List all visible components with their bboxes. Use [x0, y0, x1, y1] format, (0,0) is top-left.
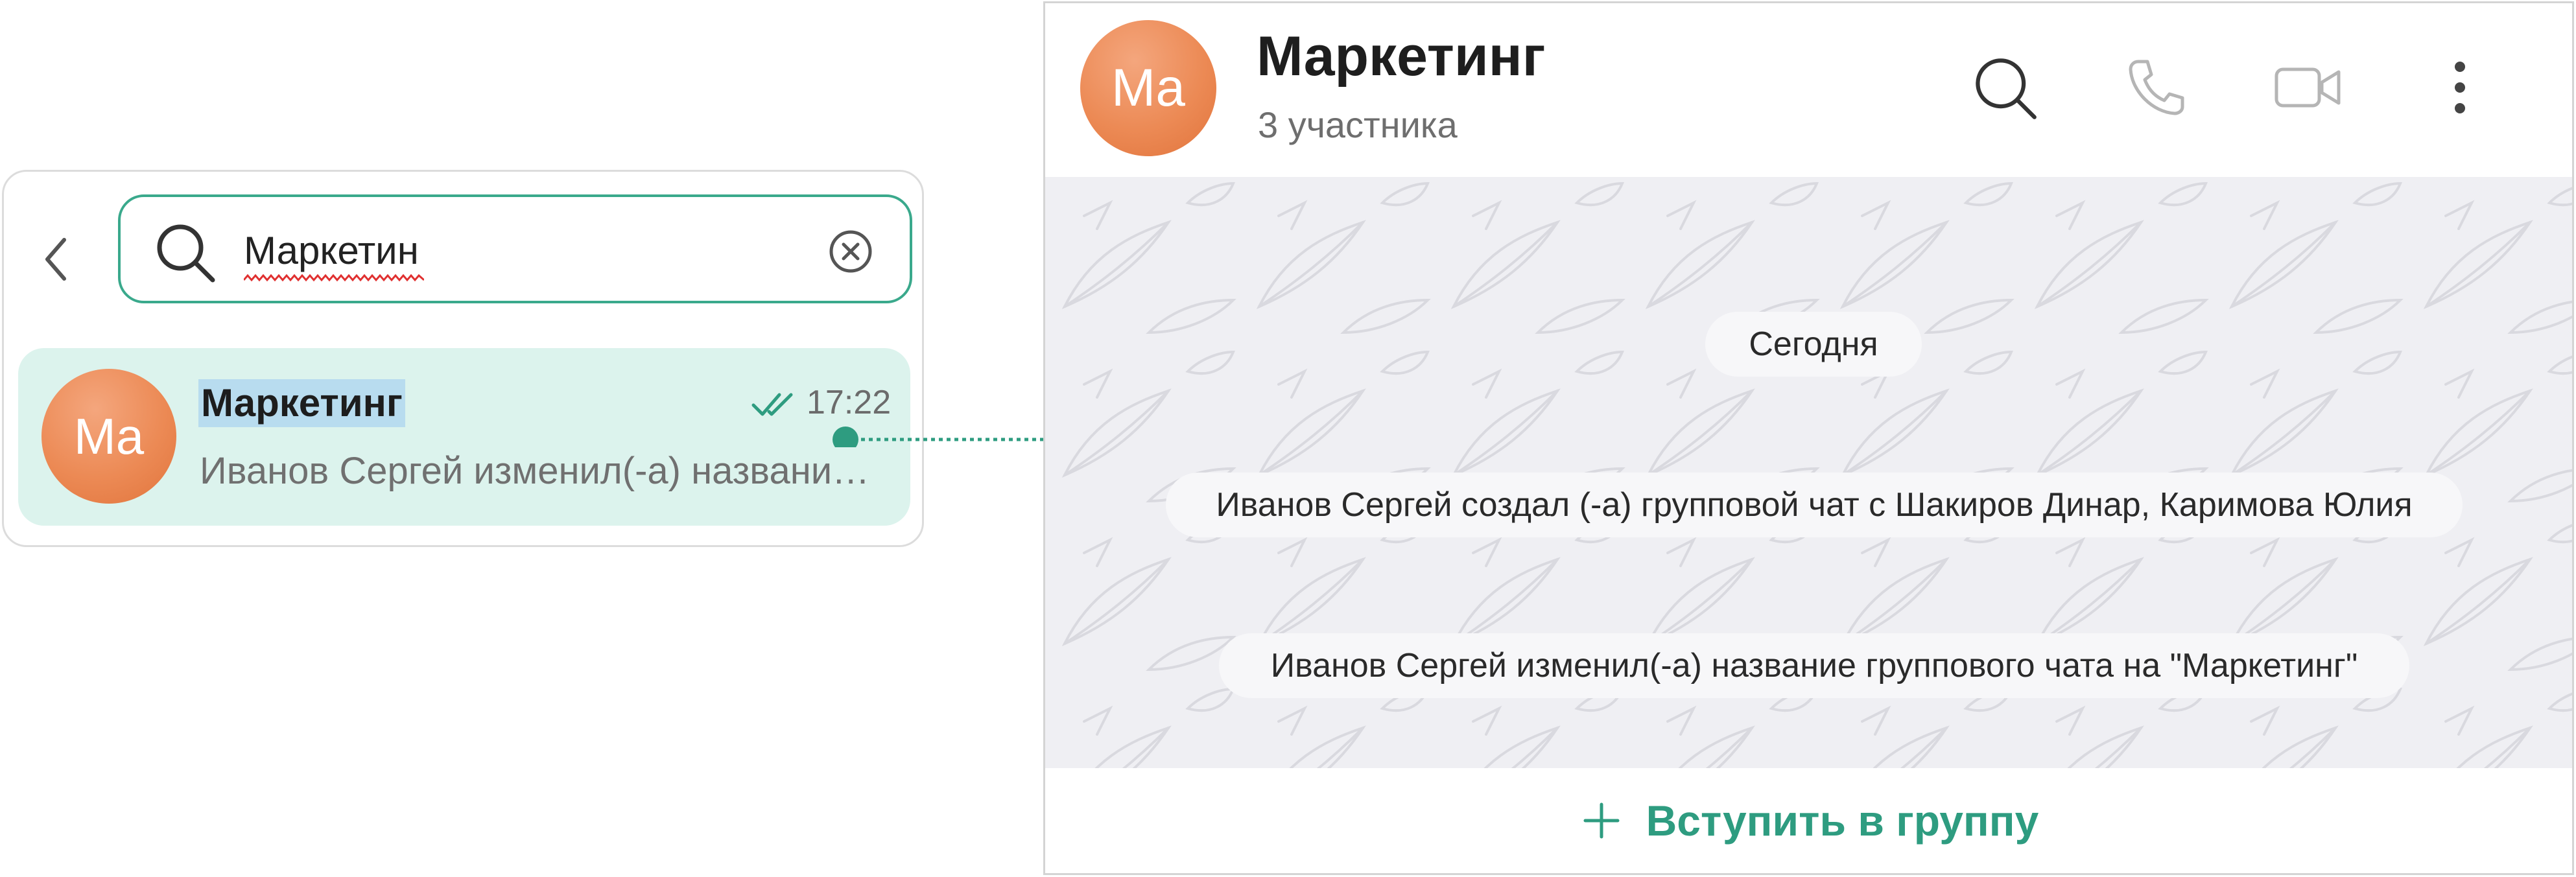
system-message: Иванов Сергей изменил(-а) название групп… [1219, 633, 2409, 698]
call-button[interactable] [2118, 49, 2195, 126]
chat-messages-area[interactable]: Сегодня Иванов Сергей создал (-а) группо… [1045, 177, 2572, 768]
result-title: Маркетинг [198, 379, 405, 427]
result-time: 17:22 [807, 384, 892, 421]
join-group-label: Вступить в группу [1646, 797, 2039, 845]
spellcheck-underline [244, 274, 424, 282]
plus-icon [1583, 802, 1620, 839]
video-call-button[interactable] [2269, 49, 2347, 126]
result-preview: Иванов Сергей изменил(-а) название групп… [200, 450, 880, 492]
clear-search-icon[interactable] [827, 228, 874, 275]
more-vertical-icon [2455, 62, 2465, 113]
join-group-button[interactable]: Вступить в группу [1045, 768, 2572, 873]
chat-members-count: 3 участника [1258, 104, 1458, 145]
connector-line [833, 427, 1049, 447]
chat-search-button[interactable] [1966, 49, 2044, 126]
video-icon [2275, 67, 2341, 108]
screenshot-stage: Ma Маркетинг 17:22 Иванов Сергей изменил… [0, 0, 2576, 877]
double-check-icon [751, 393, 793, 416]
search-panel: Ma Маркетинг 17:22 Иванов Сергей изменил… [2, 170, 924, 547]
system-message: Иванов Сергей создал (-а) групповой чат … [1166, 473, 2463, 537]
avatar: Ma [41, 369, 176, 504]
date-separator: Сегодня [1705, 312, 1922, 377]
chat-title[interactable]: Маркетинг [1257, 24, 1546, 89]
chat-header: Ma Маркетинг 3 участника [1045, 3, 2572, 177]
search-icon [157, 224, 215, 283]
chevron-left-icon [45, 238, 66, 281]
search-icon [1976, 58, 2037, 119]
search-input[interactable] [244, 222, 762, 280]
back-button[interactable] [30, 224, 82, 295]
search-field[interactable] [118, 194, 912, 303]
more-options-button[interactable] [2421, 49, 2499, 126]
chat-avatar[interactable]: Ma [1080, 20, 1216, 156]
phone-icon [2129, 60, 2184, 115]
search-result-item[interactable]: Ma Маркетинг 17:22 Иванов Сергей изменил… [18, 348, 910, 526]
chat-window: Ma Маркетинг 3 участника Сегодня Иванов … [1043, 1, 2574, 875]
